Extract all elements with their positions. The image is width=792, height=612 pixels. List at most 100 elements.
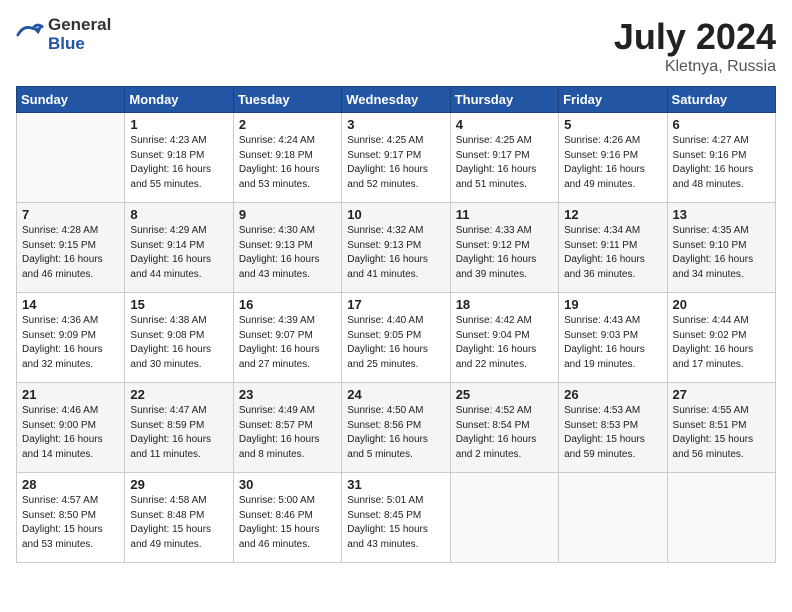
day-number: 2 bbox=[239, 117, 336, 132]
day-cell: 20 Sunrise: 4:44 AMSunset: 9:02 PMDayligh… bbox=[667, 293, 775, 383]
day-info: Sunrise: 4:27 AMSunset: 9:16 PMDaylight:… bbox=[673, 134, 770, 192]
day-number: 17 bbox=[347, 297, 444, 312]
day-info: Sunrise: 4:25 AMSunset: 9:17 PMDaylight:… bbox=[456, 134, 553, 192]
day-number: 9 bbox=[239, 207, 336, 222]
day-cell: 28 Sunrise: 4:57 AMSunset: 8:50 PMDayligh… bbox=[17, 473, 125, 563]
day-info: Sunrise: 4:29 AMSunset: 9:14 PMDaylight:… bbox=[130, 224, 227, 282]
header-monday: Monday bbox=[125, 87, 233, 113]
day-headers-row: SundayMondayTuesdayWednesdayThursdayFrid… bbox=[17, 87, 776, 113]
day-number: 18 bbox=[456, 297, 553, 312]
day-cell: 27Sunrise: 4:55 AMSunset: 8:51 PMDayligh… bbox=[667, 383, 775, 473]
day-number: 28 bbox=[22, 477, 119, 492]
day-number: 27 bbox=[673, 387, 770, 402]
logo-blue: Blue bbox=[48, 35, 111, 54]
day-info: Sunrise: 5:01 AMSunset: 8:45 PMDaylight:… bbox=[347, 494, 444, 552]
day-info: Sunrise: 4:57 AMSunset: 8:50 PMDaylight:… bbox=[22, 494, 119, 552]
day-info: Sunrise: 4:23 AMSunset: 9:18 PMDaylight:… bbox=[130, 134, 227, 192]
day-info: Sunrise: 4:26 AMSunset: 9:16 PMDaylight:… bbox=[564, 134, 661, 192]
day-cell: 15 Sunrise: 4:38 AMSunset: 9:08 PMDayligh… bbox=[125, 293, 233, 383]
day-cell: 13 Sunrise: 4:35 AMSunset: 9:10 PMDayligh… bbox=[667, 203, 775, 293]
day-number: 21 bbox=[22, 387, 119, 402]
day-number: 31 bbox=[347, 477, 444, 492]
calendar-location: Kletnya, Russia bbox=[614, 58, 776, 76]
day-cell: 3Sunrise: 4:25 AMSunset: 9:17 PMDaylight… bbox=[342, 113, 450, 203]
day-number: 3 bbox=[347, 117, 444, 132]
day-info: Sunrise: 4:47 AMSunset: 8:59 PMDaylight:… bbox=[130, 404, 227, 462]
day-number: 10 bbox=[347, 207, 444, 222]
day-number: 8 bbox=[130, 207, 227, 222]
week-row-5: 28 Sunrise: 4:57 AMSunset: 8:50 PMDayligh… bbox=[17, 473, 776, 563]
header-friday: Friday bbox=[559, 87, 667, 113]
header-tuesday: Tuesday bbox=[233, 87, 341, 113]
day-number: 30 bbox=[239, 477, 336, 492]
day-info: Sunrise: 4:43 AMSunset: 9:03 PMDaylight:… bbox=[564, 314, 661, 372]
day-cell: 31 Sunrise: 5:01 AMSunset: 8:45 PMDayligh… bbox=[342, 473, 450, 563]
day-info: Sunrise: 4:50 AMSunset: 8:56 PMDaylight:… bbox=[347, 404, 444, 462]
day-cell: 22Sunrise: 4:47 AMSunset: 8:59 PMDayligh… bbox=[125, 383, 233, 473]
day-info: Sunrise: 4:49 AMSunset: 8:57 PMDaylight:… bbox=[239, 404, 336, 462]
calendar-title: July 2024 bbox=[614, 16, 776, 58]
day-number: 16 bbox=[239, 297, 336, 312]
day-number: 29 bbox=[130, 477, 227, 492]
day-number: 15 bbox=[130, 297, 227, 312]
day-info: Sunrise: 4:52 AMSunset: 8:54 PMDaylight:… bbox=[456, 404, 553, 462]
day-info: Sunrise: 5:00 AMSunset: 8:46 PMDaylight:… bbox=[239, 494, 336, 552]
day-number: 24 bbox=[347, 387, 444, 402]
day-number: 4 bbox=[456, 117, 553, 132]
day-info: Sunrise: 4:44 AMSunset: 9:02 PMDaylight:… bbox=[673, 314, 770, 372]
day-cell bbox=[17, 113, 125, 203]
day-cell: 29 Sunrise: 4:58 AMSunset: 8:48 PMDayligh… bbox=[125, 473, 233, 563]
day-number: 26 bbox=[564, 387, 661, 402]
week-row-1: 1Sunrise: 4:23 AMSunset: 9:18 PMDaylight… bbox=[17, 113, 776, 203]
day-info: Sunrise: 4:30 AMSunset: 9:13 PMDaylight:… bbox=[239, 224, 336, 282]
day-cell: 10 Sunrise: 4:32 AMSunset: 9:13 PMDayligh… bbox=[342, 203, 450, 293]
day-number: 25 bbox=[456, 387, 553, 402]
week-row-2: 7 Sunrise: 4:28 AMSunset: 9:15 PMDaylight… bbox=[17, 203, 776, 293]
day-cell bbox=[667, 473, 775, 563]
day-cell: 7 Sunrise: 4:28 AMSunset: 9:15 PMDaylight… bbox=[17, 203, 125, 293]
day-cell: 14 Sunrise: 4:36 AMSunset: 9:09 PMDayligh… bbox=[17, 293, 125, 383]
day-cell: 2 Sunrise: 4:24 AMSunset: 9:18 PMDaylight… bbox=[233, 113, 341, 203]
day-info: Sunrise: 4:28 AMSunset: 9:15 PMDaylight:… bbox=[22, 224, 119, 282]
day-cell: 30 Sunrise: 5:00 AMSunset: 8:46 PMDayligh… bbox=[233, 473, 341, 563]
day-info: Sunrise: 4:35 AMSunset: 9:10 PMDaylight:… bbox=[673, 224, 770, 282]
day-cell: 21 Sunrise: 4:46 AMSunset: 9:00 PMDayligh… bbox=[17, 383, 125, 473]
day-cell: 12 Sunrise: 4:34 AMSunset: 9:11 PMDayligh… bbox=[559, 203, 667, 293]
day-cell: 19Sunrise: 4:43 AMSunset: 9:03 PMDayligh… bbox=[559, 293, 667, 383]
day-cell: 9 Sunrise: 4:30 AMSunset: 9:13 PMDaylight… bbox=[233, 203, 341, 293]
day-info: Sunrise: 4:36 AMSunset: 9:09 PMDaylight:… bbox=[22, 314, 119, 372]
day-cell: 16 Sunrise: 4:39 AMSunset: 9:07 PMDayligh… bbox=[233, 293, 341, 383]
day-info: Sunrise: 4:39 AMSunset: 9:07 PMDaylight:… bbox=[239, 314, 336, 372]
day-info: Sunrise: 4:32 AMSunset: 9:13 PMDaylight:… bbox=[347, 224, 444, 282]
header-saturday: Saturday bbox=[667, 87, 775, 113]
day-number: 14 bbox=[22, 297, 119, 312]
day-cell: 25 Sunrise: 4:52 AMSunset: 8:54 PMDayligh… bbox=[450, 383, 558, 473]
day-info: Sunrise: 4:46 AMSunset: 9:00 PMDaylight:… bbox=[22, 404, 119, 462]
day-cell: 24 Sunrise: 4:50 AMSunset: 8:56 PMDayligh… bbox=[342, 383, 450, 473]
logo-general: General bbox=[48, 16, 111, 35]
header-sunday: Sunday bbox=[17, 87, 125, 113]
day-cell: 6Sunrise: 4:27 AMSunset: 9:16 PMDaylight… bbox=[667, 113, 775, 203]
day-cell bbox=[559, 473, 667, 563]
logo-text: General Blue bbox=[48, 16, 111, 53]
day-info: Sunrise: 4:53 AMSunset: 8:53 PMDaylight:… bbox=[564, 404, 661, 462]
page-header: General Blue July 2024 Kletnya, Russia bbox=[16, 16, 776, 76]
day-number: 23 bbox=[239, 387, 336, 402]
day-info: Sunrise: 4:58 AMSunset: 8:48 PMDaylight:… bbox=[130, 494, 227, 552]
day-cell: 26 Sunrise: 4:53 AMSunset: 8:53 PMDayligh… bbox=[559, 383, 667, 473]
day-info: Sunrise: 4:34 AMSunset: 9:11 PMDaylight:… bbox=[564, 224, 661, 282]
day-info: Sunrise: 4:40 AMSunset: 9:05 PMDaylight:… bbox=[347, 314, 444, 372]
day-info: Sunrise: 4:24 AMSunset: 9:18 PMDaylight:… bbox=[239, 134, 336, 192]
day-number: 12 bbox=[564, 207, 661, 222]
title-block: July 2024 Kletnya, Russia bbox=[614, 16, 776, 76]
day-number: 11 bbox=[456, 207, 553, 222]
day-number: 7 bbox=[22, 207, 119, 222]
day-cell: 18Sunrise: 4:42 AMSunset: 9:04 PMDayligh… bbox=[450, 293, 558, 383]
day-cell: 23 Sunrise: 4:49 AMSunset: 8:57 PMDayligh… bbox=[233, 383, 341, 473]
day-info: Sunrise: 4:38 AMSunset: 9:08 PMDaylight:… bbox=[130, 314, 227, 372]
day-number: 13 bbox=[673, 207, 770, 222]
header-wednesday: Wednesday bbox=[342, 87, 450, 113]
week-row-4: 21 Sunrise: 4:46 AMSunset: 9:00 PMDayligh… bbox=[17, 383, 776, 473]
header-thursday: Thursday bbox=[450, 87, 558, 113]
day-number: 20 bbox=[673, 297, 770, 312]
